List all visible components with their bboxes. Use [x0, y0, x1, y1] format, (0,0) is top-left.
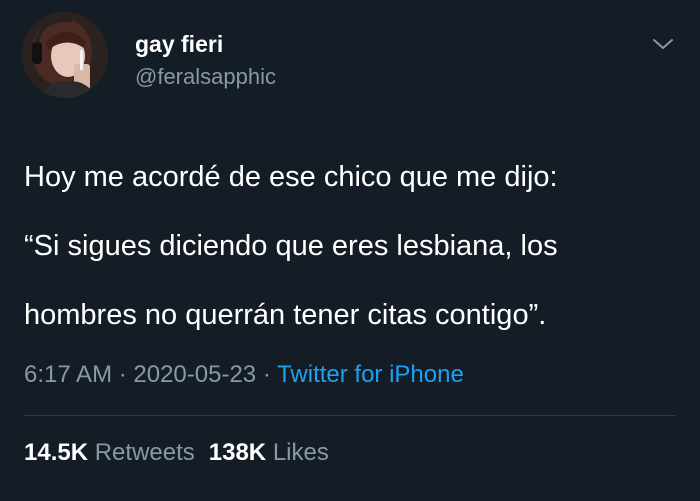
- tweet-meta: 6:17 AM · 2020-05-23 · Twitter for iPhon…: [24, 361, 464, 389]
- tweet-time[interactable]: 6:17 AM: [24, 361, 112, 388]
- meta-separator: ·: [112, 361, 134, 388]
- chevron-down-icon[interactable]: [650, 33, 676, 55]
- tweet-card: gay fieri @feralsapphic Hoy me acordé de…: [0, 0, 700, 501]
- tweet-date[interactable]: 2020-05-23: [133, 361, 256, 388]
- likes-stat[interactable]: 138K Likes: [209, 439, 329, 466]
- tweet-text: Hoy me acordé de ese chico que me dijo: …: [24, 143, 684, 350]
- avatar-photo-icon: [22, 12, 108, 98]
- tweet-text-line: “Si sigues diciendo que eres lesbiana, l…: [24, 230, 558, 262]
- tweet-stats: 14.5K Retweets 138K Likes: [24, 439, 329, 467]
- avatar[interactable]: [22, 12, 108, 98]
- retweets-stat[interactable]: 14.5K Retweets: [24, 439, 195, 466]
- likes-label: Likes: [272, 439, 329, 466]
- meta-separator: ·: [256, 361, 278, 388]
- likes-count: 138K: [208, 439, 267, 466]
- retweets-label: Retweets: [94, 439, 195, 466]
- tweet-source-link[interactable]: Twitter for iPhone: [277, 361, 464, 388]
- tweet-text-line: hombres no querrán tener citas contigo”.: [24, 299, 547, 331]
- retweets-count: 14.5K: [24, 439, 89, 466]
- display-name[interactable]: gay fieri: [135, 31, 223, 58]
- divider: [24, 415, 676, 416]
- user-handle[interactable]: @feralsapphic: [135, 64, 276, 90]
- tweet-text-line: Hoy me acordé de ese chico que me dijo:: [24, 161, 558, 193]
